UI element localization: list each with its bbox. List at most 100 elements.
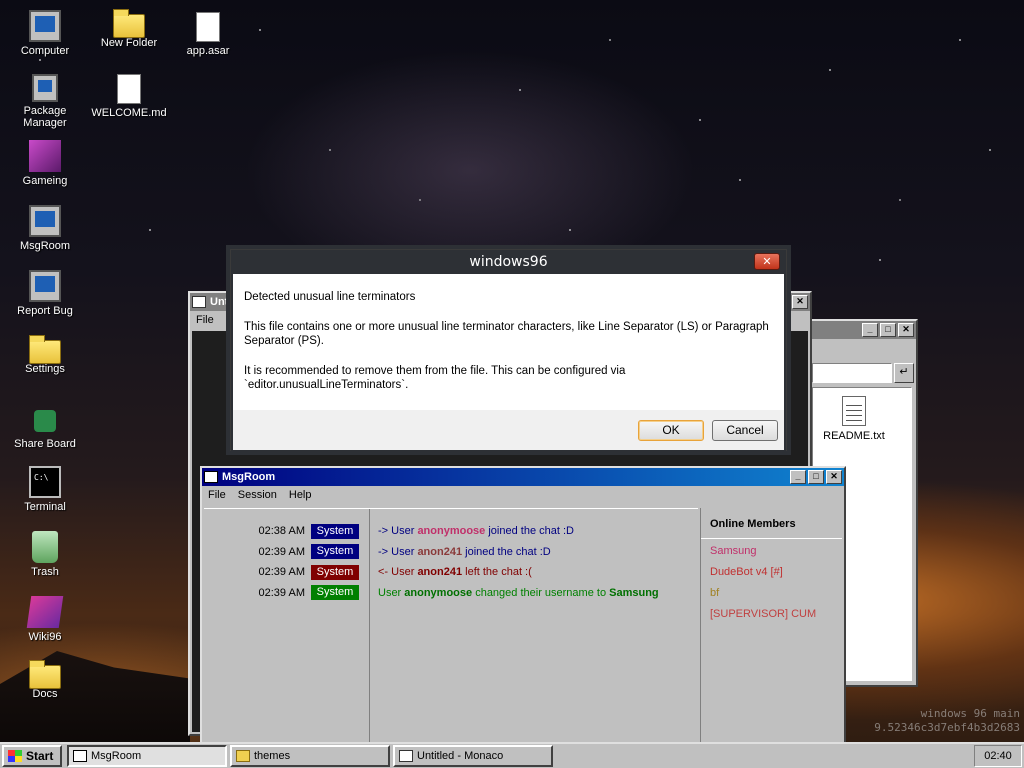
explorer-titlebar[interactable]: _ □ ✕ [808, 321, 916, 339]
menu-file[interactable]: File [190, 314, 220, 326]
minimize-button[interactable]: _ [790, 470, 806, 484]
desktop-icon-msgroom[interactable]: MsgRoom [3, 205, 87, 252]
msgroom-icon [29, 205, 61, 237]
monaco-icon [192, 296, 206, 308]
message-suffix: left the chat :( [462, 566, 532, 579]
terminal-icon [29, 466, 61, 498]
msgroom-titlebar[interactable]: MsgRoom _ □ ✕ [202, 468, 844, 486]
username[interactable]: anonymoose [404, 587, 472, 599]
file-item-readme[interactable]: README.txt [819, 396, 889, 442]
desktop-icon-app-asar[interactable]: app.asar [166, 12, 250, 57]
close-button[interactable]: ✕ [898, 323, 914, 337]
system-badge: System [311, 564, 359, 580]
system-badge: System [311, 523, 359, 539]
desktop-icon-label: Gameing [22, 175, 68, 187]
desktop-icon-label: MsgRoom [19, 240, 71, 252]
desktop-icon-label: Share Board [14, 438, 76, 450]
address-bar[interactable] [812, 363, 892, 383]
desktop-icon-computer[interactable]: Computer [3, 10, 87, 57]
desktop-icon-settings[interactable]: Settings [3, 335, 87, 375]
desktop-icon-label: Report Bug [17, 305, 73, 317]
dialog-paragraph: It is recommended to remove them from th… [244, 365, 626, 391]
desktop-icon-package-manager[interactable]: Package Manager [3, 74, 87, 129]
chat-message: -> User anonymoose joined the chat :D [378, 521, 698, 542]
msgroom-icon [204, 471, 218, 483]
desktop-icon-new-folder[interactable]: New Folder [87, 9, 171, 49]
desktop-icon-label: Wiki96 [28, 631, 62, 643]
desktop-icon-terminal[interactable]: Terminal [3, 466, 87, 513]
desktop-icon-welcome[interactable]: WELCOME.md [87, 74, 171, 119]
desktop-icon-label: Docs [32, 688, 58, 700]
taskbar: Start MsgRoom themes Untitled - Monaco 0… [0, 742, 1024, 768]
username[interactable]: anonymoose [417, 525, 485, 537]
message-mid: changed their username to [472, 586, 610, 599]
go-button[interactable]: ↵ [894, 363, 914, 383]
markdown-file-icon [117, 74, 141, 104]
share-board-icon [34, 410, 56, 432]
desktop-icon-wiki96[interactable]: Wiki96 [3, 596, 87, 643]
menu-session[interactable]: Session [232, 489, 283, 501]
member-item[interactable]: [SUPERVISOR] CUM [701, 602, 842, 623]
text-file-icon [842, 396, 866, 426]
taskbar-item-themes[interactable]: themes [230, 745, 390, 767]
minimize-button[interactable]: _ [862, 323, 878, 337]
close-button[interactable]: ✕ [792, 295, 808, 309]
taskbar-clock[interactable]: 02:40 [974, 745, 1022, 767]
desktop-icon-gameing[interactable]: Gameing [3, 140, 87, 187]
msgroom-icon [73, 750, 87, 762]
file-icon [196, 12, 220, 42]
desktop-icon-docs[interactable]: Docs [3, 660, 87, 700]
report-bug-icon [29, 270, 61, 302]
member-item[interactable]: DudeBot v4 [#] [701, 560, 842, 581]
member-item[interactable]: Samsung [701, 539, 842, 560]
monaco-icon [399, 750, 413, 762]
window-title: Unt [210, 296, 229, 308]
desktop-icon-label: Computer [20, 45, 70, 57]
members-header: Online Members [701, 508, 842, 539]
dialog-titlebar[interactable]: windows96 ✕ [231, 250, 786, 274]
taskbar-item-label: Untitled - Monaco [417, 750, 504, 762]
close-button[interactable]: ✕ [826, 470, 842, 484]
start-label: Start [26, 749, 54, 763]
msgroom-window[interactable]: MsgRoom _ □ ✕ File Session Help 02:38 AM… [200, 466, 846, 746]
dialog-close-button[interactable]: ✕ [754, 253, 780, 270]
taskbar-item-label: themes [254, 750, 291, 762]
username[interactable]: anon241 [417, 546, 462, 558]
taskbar-item-monaco[interactable]: Untitled - Monaco [393, 745, 553, 767]
desktop-icon-share-board[interactable]: Share Board [3, 402, 87, 450]
message-suffix: joined the chat :D [485, 525, 574, 538]
system-badge: System [311, 544, 359, 560]
username[interactable]: anon241 [417, 566, 462, 578]
desktop-icon-trash[interactable]: Trash [3, 531, 87, 578]
member-item[interactable]: bf [701, 581, 842, 602]
maximize-button[interactable]: □ [880, 323, 896, 337]
build-watermark: windows 96 main 9.52346c3d7ebf4b3d2683 [874, 707, 1020, 735]
start-button[interactable]: Start [2, 745, 62, 767]
message-prefix: -> User [378, 525, 418, 538]
cube-icon [29, 140, 61, 172]
taskbar-item-msgroom[interactable]: MsgRoom [67, 745, 227, 767]
online-members-panel: Online Members Samsung DudeBot v4 [#] bf… [700, 508, 842, 744]
cancel-button[interactable]: Cancel [712, 420, 778, 441]
taskbar-item-label: MsgRoom [91, 750, 142, 762]
message-prefix: -> User [378, 545, 418, 558]
message-time: 02:39 AM [258, 545, 305, 558]
chat-log[interactable]: 02:38 AM System 02:39 AM System 02:39 AM… [204, 508, 698, 744]
dialog-heading: Detected unusual line terminators [244, 291, 416, 303]
menu-help[interactable]: Help [283, 489, 318, 501]
chat-message: -> User anon241 joined the chat :D [378, 542, 698, 563]
maximize-button[interactable]: □ [808, 470, 824, 484]
wiki-book-icon [26, 596, 64, 628]
desktop-icon-report-bug[interactable]: Report Bug [3, 270, 87, 317]
chat-message: User anonymoose changed their username t… [378, 583, 698, 604]
trash-icon [32, 531, 58, 563]
dialog-body: Detected unusual line terminators This f… [231, 274, 786, 410]
message-suffix: joined the chat :D [462, 545, 551, 558]
message-time: 02:38 AM [258, 525, 305, 538]
desktop-icon-label: WELCOME.md [91, 107, 167, 119]
menu-file[interactable]: File [202, 489, 232, 501]
system-badge: System [311, 585, 359, 601]
unusual-line-terminators-dialog[interactable]: windows96 ✕ Detected unusual line termin… [230, 249, 787, 452]
ok-button[interactable]: OK [638, 420, 704, 441]
username[interactable]: Samsung [609, 587, 659, 599]
